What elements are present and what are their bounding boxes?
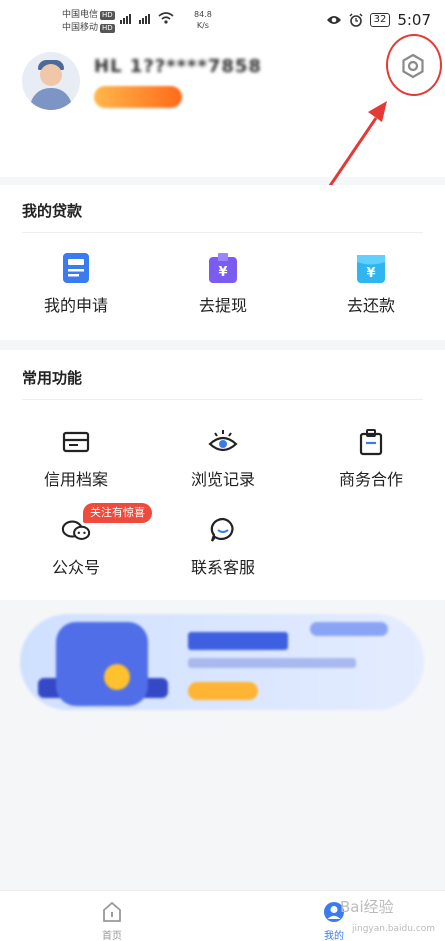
loan-item-label: 去还款 (346, 296, 395, 315)
svg-text:¥: ¥ (366, 266, 375, 281)
carrier-1: 中国电信 (62, 10, 99, 20)
common-item-credit-file[interactable]: 信用档案 (2, 426, 150, 490)
common-item-official-account[interactable]: 公众号 (2, 514, 150, 578)
status-right: 32 5:07 (326, 11, 431, 29)
loan-section-title: 我的贷款 (22, 202, 83, 220)
watermark-url: jingyan.baidu.com (352, 924, 436, 934)
loan-item-label: 我的申请 (43, 296, 108, 315)
status-bar: 中国电信 HD 中国移动 HD 84.8 K/s 32 5:07 (0, 0, 445, 42)
briefcase-icon (356, 426, 386, 458)
clock: 5:07 (397, 11, 431, 29)
common-item-browse-history[interactable]: 浏览记录 (149, 426, 297, 490)
hd-badge: HD (100, 24, 115, 33)
divider (22, 399, 423, 400)
carrier-info: 中国电信 HD 中国移动 HD (62, 9, 115, 35)
eye-comfort-icon (326, 16, 341, 24)
repay-yuan-icon: ¥ (356, 252, 386, 284)
username: HL 1??****7858 (94, 56, 262, 77)
network-speed: 84.8 K/s (194, 9, 212, 31)
svg-text:¥: ¥ (218, 265, 227, 280)
carrier-2: 中国移动 (62, 23, 99, 33)
loan-item-my-application[interactable]: 我的申请 (2, 252, 150, 316)
common-item-label: 信用档案 (43, 470, 108, 489)
alarm-icon (349, 13, 363, 27)
watermark: Bai经验 (340, 898, 394, 916)
promo-banner[interactable] (20, 614, 424, 710)
common-item-label: 公众号 (51, 558, 100, 577)
application-doc-icon (61, 252, 91, 284)
wifi-icon (158, 12, 174, 24)
tab-home[interactable]: 首页 (82, 901, 142, 941)
common-item-label: 浏览记录 (190, 470, 255, 489)
credit-file-icon (61, 426, 91, 458)
withdraw-yuan-icon: ¥ (208, 252, 238, 284)
common-item-label: 联系客服 (190, 558, 255, 577)
common-section-title: 常用功能 (22, 369, 83, 387)
annotation-circle (386, 34, 442, 96)
home-icon (103, 901, 121, 922)
common-item-label: 商务合作 (338, 470, 403, 489)
hd-badge: HD (100, 11, 115, 20)
loan-item-repay[interactable]: ¥ 去还款 (297, 252, 445, 316)
signal-icon (139, 14, 150, 24)
avatar[interactable] (22, 52, 80, 110)
tab-home-label: 首页 (102, 931, 122, 941)
follow-surprise-tag: 关注有惊喜 (83, 503, 152, 523)
battery-indicator: 32 (369, 13, 391, 27)
tab-mine-label: 我的 (324, 931, 344, 941)
customer-service-icon (208, 514, 238, 546)
net-speed-unit: K/s (196, 21, 209, 30)
common-item-business[interactable]: 商务合作 (297, 426, 445, 490)
loan-item-label: 去提现 (198, 296, 247, 315)
common-item-customer-service[interactable]: 联系客服 (149, 514, 297, 578)
loan-item-withdraw[interactable]: ¥ 去提现 (149, 252, 297, 316)
signal-icons (120, 12, 174, 24)
net-speed-value: 84.8 (194, 10, 212, 19)
eye-icon (208, 426, 238, 458)
divider (22, 232, 423, 233)
member-badge[interactable] (94, 86, 182, 108)
signal-icon (120, 14, 131, 24)
